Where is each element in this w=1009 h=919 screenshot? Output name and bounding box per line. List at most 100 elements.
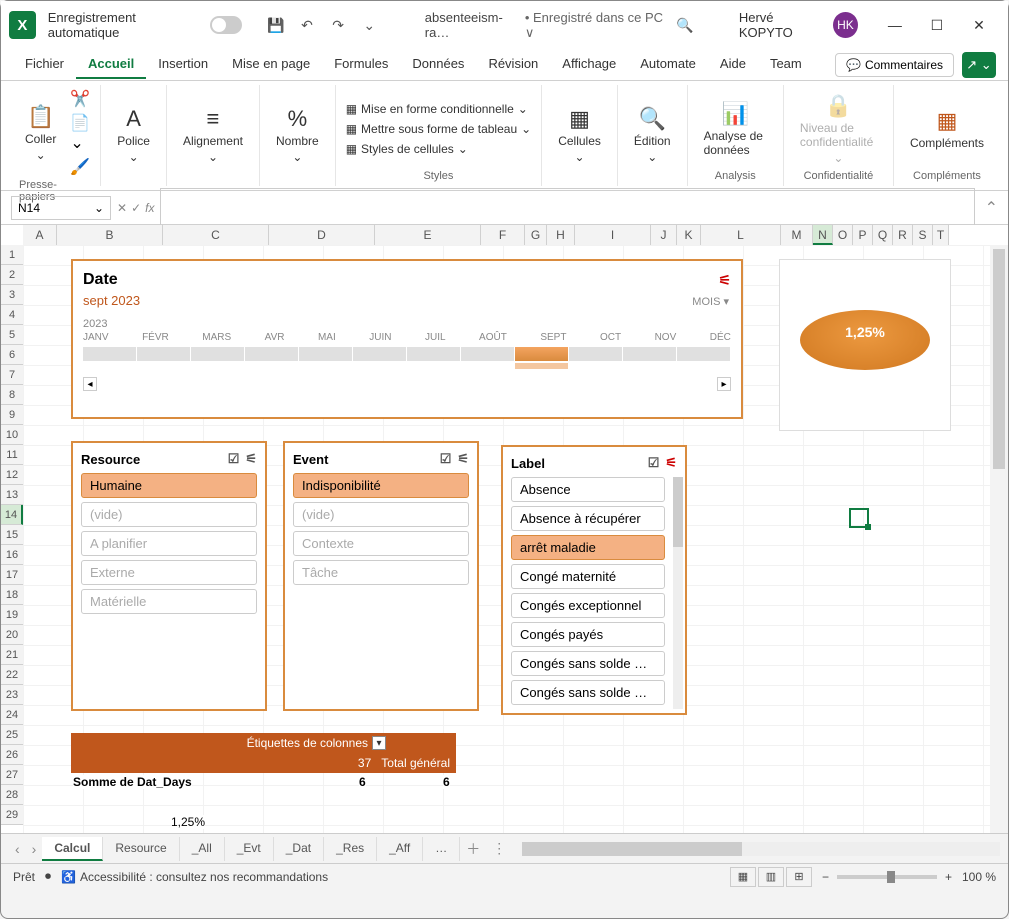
row-header-21[interactable]: 21 — [1, 645, 23, 665]
timeline-scroll-left[interactable]: ◂ — [83, 377, 97, 391]
zoom-in-button[interactable]: + — [945, 870, 952, 884]
row-header-3[interactable]: 3 — [1, 285, 23, 305]
row-header-17[interactable]: 17 — [1, 565, 23, 585]
tab-accueil[interactable]: Accueil — [76, 50, 146, 79]
tab-fichier[interactable]: Fichier — [13, 50, 76, 79]
sheet-nav-next[interactable]: › — [26, 841, 43, 857]
row-header-15[interactable]: 15 — [1, 525, 23, 545]
row-header-20[interactable]: 20 — [1, 625, 23, 645]
resource-slicer-item[interactable]: A planifier — [81, 531, 257, 556]
copy-icon[interactable]: 📄⌄ — [70, 113, 90, 153]
editing-button[interactable]: 🔍Édition⌄ — [628, 104, 677, 166]
privacy-button[interactable]: 🔒Niveau de confidentialité⌄ — [794, 91, 883, 167]
row-header-6[interactable]: 6 — [1, 345, 23, 365]
timeline-segment[interactable] — [515, 347, 568, 361]
clear-filter-icon[interactable]: ⚟ — [665, 455, 677, 471]
multiselect-icon[interactable]: ☑ — [228, 451, 240, 467]
row-header-24[interactable]: 24 — [1, 705, 23, 725]
name-box[interactable]: N14⌄ — [11, 196, 111, 220]
analyze-button[interactable]: 📊Analyse de données — [698, 99, 773, 159]
row-header-22[interactable]: 22 — [1, 665, 23, 685]
event-slicer[interactable]: Event ☑⚟ Indisponibilité(vide)ContexteTâ… — [283, 441, 479, 711]
sheet-menu[interactable]: ⋮ — [486, 840, 512, 857]
sheet-tab-_Evt[interactable]: _Evt — [225, 837, 274, 861]
row-header-8[interactable]: 8 — [1, 385, 23, 405]
multiselect-icon[interactable]: ☑ — [648, 455, 660, 471]
tab-insertion[interactable]: Insertion — [146, 50, 220, 79]
row-header-19[interactable]: 19 — [1, 605, 23, 625]
timeline-segment[interactable] — [353, 347, 406, 361]
row-header-12[interactable]: 12 — [1, 465, 23, 485]
row-header-14[interactable]: 14 — [1, 505, 23, 525]
column-header-O[interactable]: O — [833, 225, 853, 245]
timeline-segment[interactable] — [245, 347, 298, 361]
label-slicer-item[interactable]: arrêt maladie — [511, 535, 665, 560]
qat-more-icon[interactable]: ⌄ — [360, 15, 379, 35]
sheet-tab-[interactable]: … — [423, 837, 460, 861]
label-slicer-scrollbar[interactable] — [673, 477, 683, 709]
row-header-28[interactable]: 28 — [1, 785, 23, 805]
clear-filter-icon[interactable]: ⚟ — [718, 272, 731, 289]
cells-button[interactable]: ▦Cellules⌄ — [552, 104, 607, 166]
column-header-E[interactable]: E — [375, 225, 481, 245]
timeline-segment[interactable] — [191, 347, 244, 361]
column-header-B[interactable]: B — [57, 225, 163, 245]
vertical-scrollbar[interactable] — [990, 245, 1008, 833]
column-header-Q[interactable]: Q — [873, 225, 893, 245]
date-timeline-slicer[interactable]: Date⚟ sept 2023 MOIS ▾ 2023 JANVFÉVRMARS… — [71, 259, 743, 419]
sheet-tab-Resource[interactable]: Resource — [103, 837, 179, 861]
sheet-tab-_Dat[interactable]: _Dat — [274, 837, 324, 861]
cell-styles-button[interactable]: ▦ Styles de cellules ⌄ — [346, 141, 532, 157]
horizontal-scrollbar[interactable] — [522, 842, 1000, 856]
label-slicer-item[interactable]: Congés exceptionnel — [511, 593, 665, 618]
row-header-7[interactable]: 7 — [1, 365, 23, 385]
tab-affichage[interactable]: Affichage — [550, 50, 628, 79]
row-header-9[interactable]: 9 — [1, 405, 23, 425]
cancel-formula-icon[interactable]: ✕ — [117, 201, 127, 215]
row-header-10[interactable]: 10 — [1, 425, 23, 445]
column-header-M[interactable]: M — [781, 225, 813, 245]
sheet-nav-prev[interactable]: ‹ — [9, 841, 26, 857]
fx-icon[interactable]: fx — [145, 201, 154, 215]
timeline-segment[interactable] — [407, 347, 460, 361]
accessibility-text[interactable]: Accessibilité : consultez nos recommanda… — [80, 870, 328, 884]
event-slicer-item[interactable]: Contexte — [293, 531, 469, 556]
pivot-filter-dropdown[interactable]: ▾ — [372, 736, 386, 750]
timeline-segment[interactable] — [623, 347, 676, 361]
comments-button[interactable]: 💬 Commentaires — [835, 53, 954, 77]
maximize-button[interactable]: ☐ — [916, 10, 958, 40]
label-slicer-item[interactable]: Absence à récupérer — [511, 506, 665, 531]
column-header-H[interactable]: H — [547, 225, 575, 245]
resource-slicer-item[interactable]: (vide) — [81, 502, 257, 527]
timeline-segment[interactable] — [461, 347, 514, 361]
page-layout-view-button[interactable]: ▥ — [758, 867, 784, 887]
timeline-segment[interactable] — [677, 347, 730, 361]
column-header-C[interactable]: C — [163, 225, 269, 245]
timeline-segment[interactable] — [299, 347, 352, 361]
saved-location[interactable]: • Enregistré dans ce PC ∨ — [525, 10, 670, 41]
timeline-segment[interactable] — [569, 347, 622, 361]
row-header-11[interactable]: 11 — [1, 445, 23, 465]
timeline-scale-selector[interactable]: MOIS ▾ — [692, 295, 729, 308]
row-header-18[interactable]: 18 — [1, 585, 23, 605]
tab-données[interactable]: Données — [400, 50, 476, 79]
addins-button[interactable]: ▦Compléments — [904, 106, 990, 152]
format-painter-icon[interactable]: 🖌️ — [70, 157, 90, 177]
user-avatar[interactable]: HK — [833, 12, 858, 38]
sheet-tab-_Aff[interactable]: _Aff — [377, 837, 423, 861]
search-icon[interactable]: 🔍 — [676, 15, 695, 35]
resource-slicer-item[interactable]: Externe — [81, 560, 257, 585]
tab-formules[interactable]: Formules — [322, 50, 400, 79]
column-header-A[interactable]: A — [23, 225, 57, 245]
paste-button[interactable]: 📋Coller⌄ — [19, 102, 62, 164]
page-break-view-button[interactable]: ⊞ — [786, 867, 812, 887]
row-header-1[interactable]: 1 — [1, 245, 23, 265]
column-header-R[interactable]: R — [893, 225, 913, 245]
zoom-level[interactable]: 100 % — [962, 870, 996, 884]
column-header-J[interactable]: J — [651, 225, 677, 245]
row-header-5[interactable]: 5 — [1, 325, 23, 345]
enter-formula-icon[interactable]: ✓ — [131, 201, 141, 215]
clear-filter-icon[interactable]: ⚟ — [457, 451, 469, 467]
event-slicer-item[interactable]: (vide) — [293, 502, 469, 527]
event-slicer-item[interactable]: Indisponibilité — [293, 473, 469, 498]
